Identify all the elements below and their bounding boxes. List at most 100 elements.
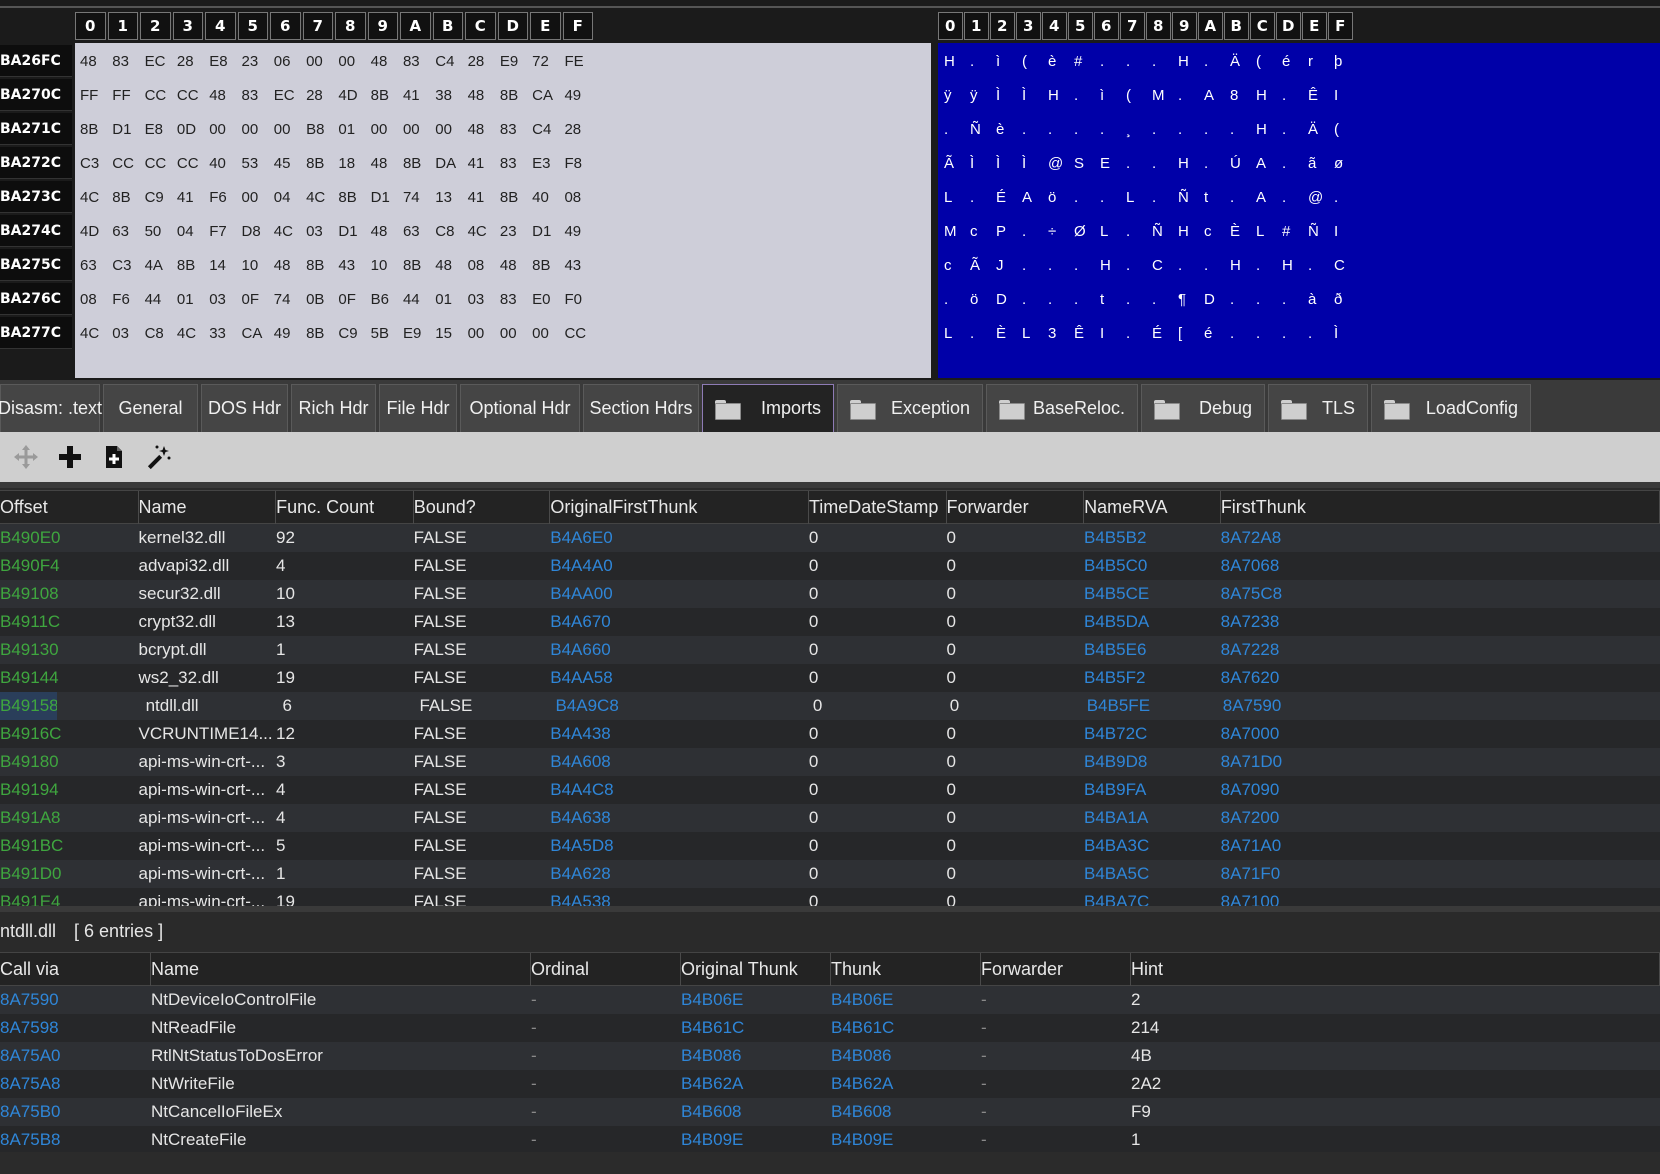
ascii-char[interactable]: è — [1048, 53, 1074, 70]
hex-byte[interactable]: 08 — [564, 189, 596, 206]
ascii-char[interactable]: é — [1204, 325, 1230, 342]
hex-byte[interactable]: D1 — [371, 189, 403, 206]
ascii-char[interactable]: H — [1256, 87, 1282, 104]
tab-section-hdrs[interactable]: Section Hdrs — [583, 384, 699, 432]
column-header-original-thunk[interactable]: Original Thunk — [681, 953, 831, 986]
ascii-char[interactable]: ö — [1048, 189, 1074, 206]
hex-byte[interactable]: 38 — [435, 87, 467, 104]
ascii-char[interactable]: É — [1152, 325, 1178, 342]
hex-row-address[interactable]: BA275C — [0, 249, 72, 281]
ascii-char[interactable]: . — [1074, 87, 1100, 104]
hex-byte[interactable]: 08 — [468, 257, 500, 274]
ascii-char[interactable]: L — [1126, 189, 1152, 206]
ascii-char[interactable]: . — [1282, 87, 1308, 104]
hex-byte[interactable]: 45 — [274, 155, 306, 172]
ascii-char[interactable]: . — [1230, 325, 1256, 342]
hex-byte[interactable]: F7 — [209, 223, 241, 240]
cell-original-thunk[interactable]: B4B09E — [681, 1126, 831, 1152]
cell-offset[interactable]: B49130 — [0, 636, 138, 664]
hex-byte[interactable]: 03 — [209, 291, 241, 308]
cell-original-thunk[interactable]: B4B086 — [681, 1042, 831, 1070]
hex-byte[interactable]: 49 — [274, 325, 306, 342]
hex-byte[interactable]: 01 — [435, 291, 467, 308]
ascii-char[interactable]: . — [1230, 121, 1256, 138]
cell-original-first-thunk[interactable]: B4A670 — [550, 608, 809, 636]
cell-first-thunk[interactable]: 8A7620 — [1221, 664, 1660, 692]
cell-first-thunk[interactable]: 8A71F0 — [1221, 860, 1660, 888]
hex-byte[interactable]: FF — [112, 87, 144, 104]
hex-byte[interactable]: C8 — [435, 223, 467, 240]
hex-byte[interactable]: 44 — [145, 291, 177, 308]
ascii-char[interactable]: C — [1152, 257, 1178, 274]
hex-byte[interactable]: 8B — [532, 257, 564, 274]
cell-original-thunk[interactable]: B4B608 — [681, 1098, 831, 1126]
hex-byte[interactable]: D8 — [241, 223, 273, 240]
ascii-char[interactable]: . — [944, 291, 970, 308]
ascii-char[interactable]: Ä — [1230, 53, 1256, 70]
table-row[interactable]: 8A75A0 RtlNtStatusToDosError - B4B086 B4B086… — [0, 1042, 1660, 1070]
hex-byte[interactable]: 23 — [500, 223, 532, 240]
hex-row-address[interactable]: BA272C — [0, 147, 72, 179]
hex-byte[interactable]: 72 — [532, 53, 564, 70]
hex-byte[interactable]: CA — [532, 87, 564, 104]
cell-original-first-thunk[interactable]: B4A6E0 — [550, 524, 809, 552]
cell-name-rva[interactable]: B4BA7C — [1084, 888, 1221, 906]
hex-byte[interactable]: 8B — [500, 87, 532, 104]
hex-byte[interactable]: F6 — [112, 291, 144, 308]
ascii-char[interactable]: H — [1178, 223, 1204, 240]
ascii-char[interactable]: Ø — [1074, 223, 1100, 240]
cell-name-rva[interactable]: B4B5B2 — [1084, 524, 1221, 552]
ascii-char[interactable]: 3 — [1048, 325, 1074, 342]
move-icon[interactable] — [8, 439, 44, 475]
table-row[interactable]: B49144 ws2_32.dll 19 FALSE B4AA58 0 0 B4B5F2 8A7… — [0, 664, 1660, 692]
hex-byte[interactable]: 8B — [338, 189, 370, 206]
ascii-char[interactable]: É — [996, 189, 1022, 206]
ascii-char[interactable]: # — [1074, 53, 1100, 70]
hex-byte[interactable]: D1 — [112, 121, 144, 138]
table-row[interactable]: B49108 secur32.dll 10 FALSE B4AA00 0 0 B4B5CE 8A… — [0, 580, 1660, 608]
hex-byte[interactable]: 28 — [306, 87, 338, 104]
hex-byte[interactable]: 41 — [177, 189, 209, 206]
hex-byte[interactable]: CC — [112, 155, 144, 172]
hex-byte[interactable]: 4D — [80, 223, 112, 240]
column-header-ordinal[interactable]: Ordinal — [531, 953, 681, 986]
ascii-char[interactable]: H — [1256, 121, 1282, 138]
ascii-char[interactable]: Ê — [1308, 87, 1334, 104]
ascii-char[interactable]: ã — [1308, 155, 1334, 172]
hex-byte[interactable]: 8B — [403, 257, 435, 274]
cell-offset[interactable]: B49180 — [0, 748, 138, 776]
hex-byte[interactable]: 03 — [112, 325, 144, 342]
ascii-char[interactable]: . — [1022, 291, 1048, 308]
hex-byte[interactable]: 18 — [338, 155, 370, 172]
cell-call-via[interactable]: 8A75B8 — [0, 1126, 151, 1152]
hex-byte[interactable]: 49 — [564, 223, 596, 240]
hex-byte[interactable]: 8B — [306, 325, 338, 342]
hex-byte[interactable]: CC — [145, 87, 177, 104]
hex-byte[interactable]: 4C — [177, 325, 209, 342]
tab-loadconfig[interactable]: LoadConfig — [1371, 384, 1531, 432]
ascii-char[interactable]: c — [1204, 223, 1230, 240]
functions-table[interactable]: Call via Name Ordinal Original Thunk Thunk Fo… — [0, 952, 1660, 1152]
cell-thunk[interactable]: B4B608 — [831, 1098, 981, 1126]
cell-original-first-thunk[interactable]: B4A9C8 — [555, 692, 812, 720]
ascii-char[interactable]: ì — [1100, 87, 1126, 104]
cell-name-rva[interactable]: B4B5C0 — [1084, 552, 1221, 580]
table-row[interactable]: 8A7598 NtReadFile - B4B61C B4B61C -214 — [0, 1014, 1660, 1042]
ascii-char[interactable]: D — [996, 291, 1022, 308]
cell-original-first-thunk[interactable]: B4A628 — [550, 860, 809, 888]
table-row[interactable]: 8A75A8 NtWriteFile - B4B62A B4B62A -2A2 — [0, 1070, 1660, 1098]
hex-byte[interactable]: 04 — [177, 223, 209, 240]
ascii-char[interactable]: A — [1256, 155, 1282, 172]
ascii-char[interactable]: . — [1178, 87, 1204, 104]
ascii-char[interactable]: Ì — [1022, 155, 1048, 172]
hex-byte[interactable]: 00 — [338, 53, 370, 70]
hex-byte[interactable]: 33 — [209, 325, 241, 342]
cell-original-first-thunk[interactable]: B4A660 — [550, 636, 809, 664]
hex-byte[interactable]: 0D — [177, 121, 209, 138]
ascii-char[interactable]: Ã — [970, 257, 996, 274]
table-row[interactable]: B490F4 advapi32.dll 4 FALSE B4A4A0 0 0 B4B5C0 8A… — [0, 552, 1660, 580]
hex-byte[interactable]: E9 — [500, 53, 532, 70]
hex-byte[interactable]: 0F — [338, 291, 370, 308]
hex-byte[interactable]: 13 — [435, 189, 467, 206]
cell-call-via[interactable]: 8A75A8 — [0, 1070, 151, 1098]
